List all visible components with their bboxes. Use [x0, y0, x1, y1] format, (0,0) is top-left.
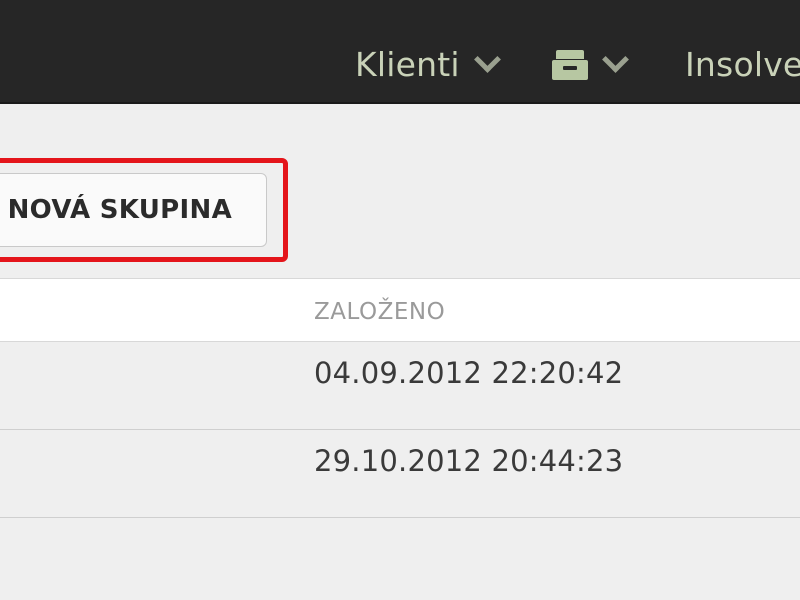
chevron-down-icon	[473, 45, 501, 73]
highlight-annotation	[0, 158, 288, 262]
cell-zalozeno: 29.10.2012 20:44:23	[314, 444, 624, 478]
table-row[interactable]: 29.10.2012 20:44:23	[0, 430, 800, 518]
cell-zalozeno: 04.09.2012 22:20:42	[314, 356, 624, 390]
nav-item-insolvence-label: Insolvence	[685, 44, 800, 84]
table-row[interactable]: 04.09.2012 22:20:42	[0, 342, 800, 430]
nav-item-klienti-label: Klienti	[355, 44, 460, 84]
column-header-zalozeno[interactable]: ZALOŽENO	[314, 299, 445, 325]
groups-table: ZALOŽENO 04.09.2012 22:20:42 29.10.2012 …	[0, 278, 800, 518]
table-header: ZALOŽENO	[0, 278, 800, 342]
top-navigation-bar: Klienti Insolvence	[0, 0, 800, 104]
archive-box-icon	[552, 48, 588, 80]
nav-item-insolvence[interactable]: Insolvence	[685, 44, 800, 84]
nav-item-klienti[interactable]: Klienti	[355, 44, 501, 84]
chevron-down-icon	[602, 45, 629, 73]
nav-item-archive[interactable]	[552, 44, 629, 84]
